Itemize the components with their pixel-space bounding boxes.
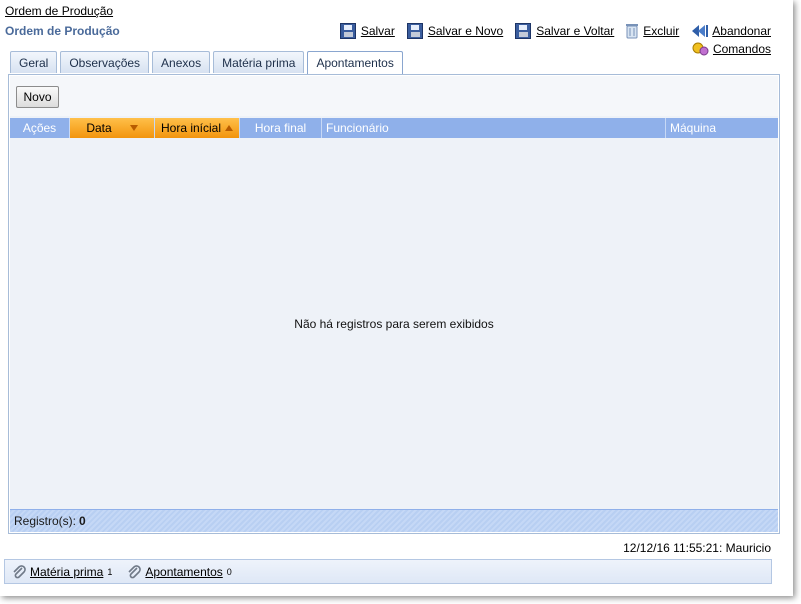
related-item-materia-prima[interactable]: Matéria prima 1 [11,564,112,580]
tab-panel: Novo Ações Data Hora inícial Hora final … [8,74,780,534]
floppy-disk-icon [339,23,356,39]
delete-button[interactable]: Excluir [626,23,679,39]
commands-label[interactable]: Comandos [713,42,771,56]
column-header-hora-inicial[interactable]: Hora inícial [155,118,240,138]
related-records-bar: Matéria prima 1 Apontamentos 0 [4,559,772,584]
sort-descending-icon [129,125,138,131]
column-header-data[interactable]: Data [70,118,155,138]
abandon-label[interactable]: Abandonar [712,24,771,38]
trash-icon [626,23,639,39]
grid-footer: Registro(s): 0 [10,509,778,532]
column-header-data-label: Data [86,121,112,135]
tab-observacoes[interactable]: Observações [60,51,150,73]
save-new-label[interactable]: Salvar e Novo [428,24,503,38]
tab-apontamentos[interactable]: Apontamentos [307,51,403,74]
delete-label[interactable]: Excluir [643,24,679,38]
grid-body: Não há registros para serem exibidos [10,144,778,507]
related-link-materia-prima[interactable]: Matéria prima [30,565,103,579]
related-link-apontamentos[interactable]: Apontamentos [145,565,222,579]
grid-header: Ações Data Hora inícial Hora final Funci… [10,118,778,138]
tab-bar: Geral Observações Anexos Matéria prima A… [10,51,403,74]
empty-message: Não há registros para serem exibidos [294,317,494,331]
column-header-acoes[interactable]: Ações [10,118,70,138]
column-header-hora-inicial-label: Hora inícial [160,121,222,135]
paperclip-icon [11,564,27,580]
related-count-apontamentos: 0 [226,566,232,577]
rewind-icon [691,23,709,39]
related-count-materia-prima: 1 [107,566,113,577]
save-label[interactable]: Salvar [361,24,395,38]
window-frame: Ordem de Produção Ordem de Produção Salv… [0,0,793,596]
toolbar: Salvar Salvar e Novo Salvar e Voltar Exc… [339,23,771,39]
records-label: Registro(s): [14,514,77,528]
save-back-button[interactable]: Salvar e Voltar [515,23,614,39]
floppy-disk-back-icon [515,23,532,39]
records-count: 0 [79,514,86,528]
new-record-button[interactable]: Novo [16,86,59,108]
grid-toolbar: Novo [10,76,778,116]
tab-geral[interactable]: Geral [10,51,58,73]
abandon-button[interactable]: Abandonar [691,23,771,39]
save-new-button[interactable]: Salvar e Novo [406,23,503,39]
last-modified-timestamp: 12/12/16 11:55:21: Mauricio [623,541,771,555]
breadcrumb-link[interactable]: Ordem de Produção [5,4,113,18]
column-header-maquina[interactable]: Máquina [666,118,778,138]
paperclip-icon [126,564,142,580]
related-item-apontamentos[interactable]: Apontamentos 0 [126,564,232,580]
column-header-funcionario[interactable]: Funcionário [322,118,666,138]
floppy-disk-new-icon [406,23,423,39]
save-back-label[interactable]: Salvar e Voltar [536,24,614,38]
grid-container: Novo Ações Data Hora inícial Hora final … [10,76,778,532]
commands-button[interactable]: Comandos [692,41,771,57]
page-title: Ordem de Produção [5,24,120,38]
tab-materia-prima[interactable]: Matéria prima [213,51,305,73]
column-header-hora-final[interactable]: Hora final [240,118,322,138]
tab-anexos[interactable]: Anexos [152,51,211,73]
commands-icon [692,41,709,57]
sort-ascending-icon [225,125,234,131]
save-button[interactable]: Salvar [339,23,395,39]
